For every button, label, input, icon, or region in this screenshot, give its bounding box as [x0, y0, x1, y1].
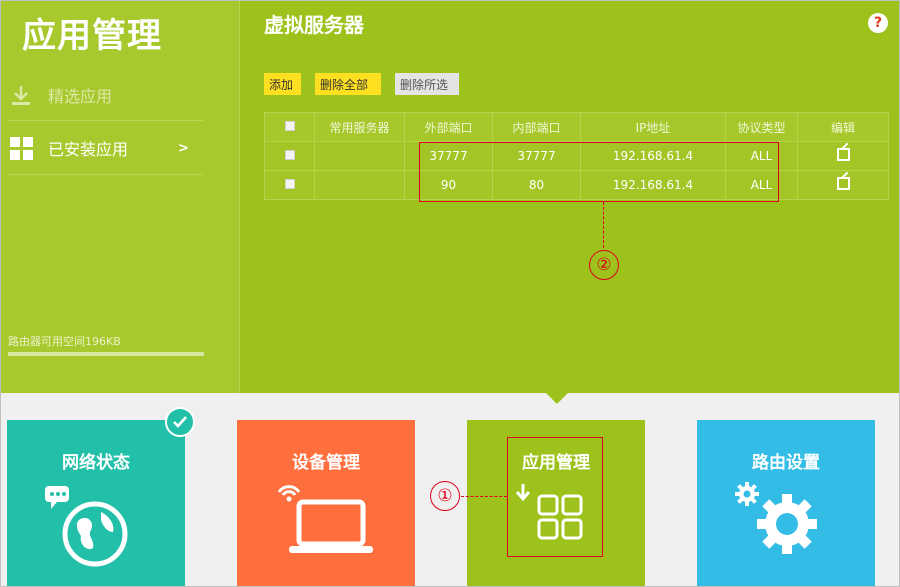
sidebar-divider [8, 120, 204, 121]
service-cell [314, 170, 405, 200]
check-badge-icon [165, 407, 195, 437]
sidebar-item-label: 精选应用 [48, 87, 113, 106]
annotation-box-2 [419, 142, 779, 202]
sidebar-item-featured-apps[interactable]: 精选应用 [8, 78, 228, 112]
tile-device-management[interactable]: 设备管理 [237, 420, 415, 587]
active-tile-pointer [545, 392, 569, 404]
edit-cell[interactable] [797, 170, 889, 200]
page-heading: 虚拟服务器 [264, 13, 364, 37]
download-icon [8, 82, 34, 108]
edit-cell[interactable] [797, 141, 889, 171]
tile-router-settings[interactable]: 路由设置 [697, 420, 875, 587]
grid-icon [8, 135, 34, 161]
globe-chat-icon [45, 486, 128, 567]
annotation-marker-1: ① [430, 481, 460, 511]
column-header: 外部端口 [404, 112, 493, 142]
service-cell [314, 141, 405, 171]
column-header: 常用服务器 [314, 112, 405, 142]
sidebar-divider [8, 174, 204, 175]
delete-all-button[interactable]: 删除全部 [315, 73, 381, 95]
select-all-cell[interactable] [264, 112, 315, 142]
row-select-cell[interactable] [264, 170, 315, 200]
annotation-box-1 [507, 437, 603, 557]
annotation-connector-2 [603, 202, 604, 248]
edit-icon[interactable] [836, 148, 850, 161]
storage-text: 路由器可用空间196KB [8, 335, 121, 348]
column-header: 内部端口 [492, 112, 581, 142]
column-header: 协议类型 [725, 112, 798, 142]
row-checkbox[interactable] [284, 150, 295, 160]
app-title: 应用管理 [22, 16, 162, 56]
storage-bar [8, 352, 204, 356]
annotation-connector-1 [461, 496, 507, 497]
add-button[interactable]: 添加 [264, 73, 301, 95]
chevron-right-icon: > [178, 141, 189, 156]
tile-label: 网络状态 [62, 453, 130, 473]
tile-label: 设备管理 [292, 453, 360, 473]
sidebar-item-label: 已安装应用 [48, 140, 129, 159]
row-select-cell[interactable] [264, 141, 315, 171]
tile-label: 路由设置 [752, 453, 820, 473]
laptop-wifi-icon [277, 485, 373, 553]
delete-selected-button[interactable]: 删除所选 [395, 73, 459, 95]
column-header: 编辑 [797, 112, 889, 142]
table-header-row: 常用服务器 外部端口 内部端口 IP地址 协议类型 编辑 [264, 112, 889, 142]
sidebar-item-installed-apps[interactable]: 已安装应用 [8, 131, 228, 165]
edit-icon[interactable] [836, 177, 850, 190]
help-icon[interactable]: ? [868, 13, 888, 33]
tile-network-status[interactable]: 网络状态 [7, 420, 185, 587]
row-checkbox[interactable] [284, 179, 295, 189]
gears-icon [735, 482, 817, 554]
sidebar: 应用管理 精选应用 已安装应用 > 路由器可用空间196KB [0, 0, 240, 393]
column-header: IP地址 [580, 112, 726, 142]
annotation-marker-2: ② [589, 250, 619, 280]
select-all-checkbox[interactable] [284, 121, 295, 131]
